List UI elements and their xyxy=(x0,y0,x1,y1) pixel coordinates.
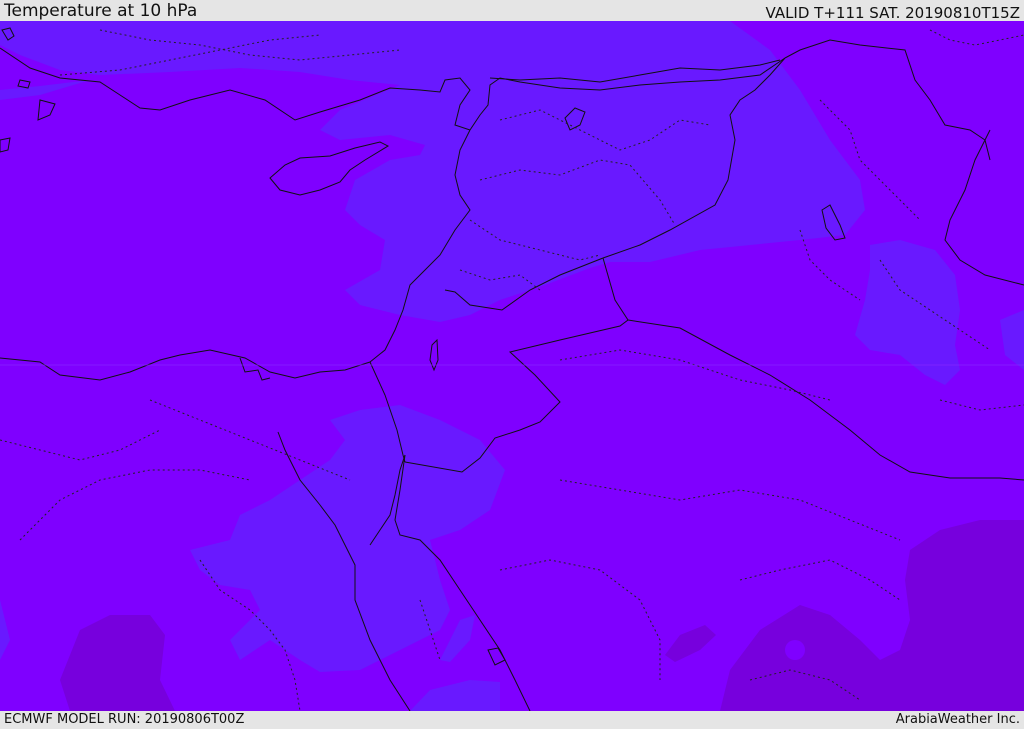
map-canvas xyxy=(0,21,1024,712)
valid-time: VALID T+111 SAT. 20190810T15Z xyxy=(765,4,1020,22)
map-view[interactable] xyxy=(0,21,1024,712)
map-title: Temperature at 10 hPa xyxy=(4,1,198,21)
credit-label: ArabiaWeather Inc. xyxy=(895,712,1020,727)
footer-bar: ECMWF MODEL RUN: 20190806T00Z ArabiaWeat… xyxy=(0,711,1024,729)
header-bar: Temperature at 10 hPa VALID T+111 SAT. 2… xyxy=(0,0,1024,21)
cold-zone-hole xyxy=(785,640,805,660)
model-run-label: ECMWF MODEL RUN: 20190806T00Z xyxy=(4,712,245,727)
